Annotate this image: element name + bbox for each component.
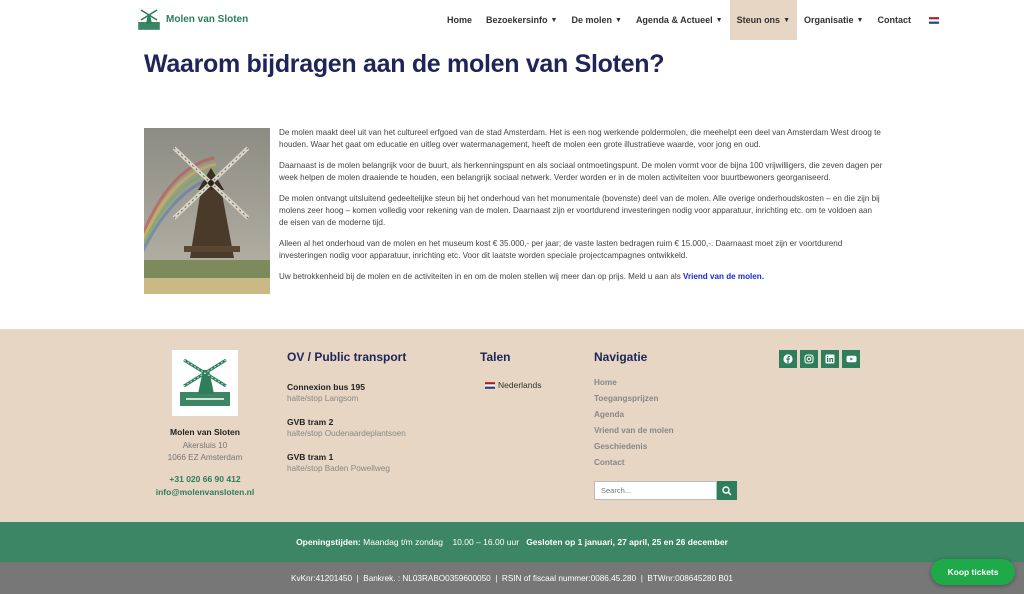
nav-contact[interactable]: Contact [870, 0, 918, 40]
windmill-logo-icon [138, 8, 160, 30]
logo-text: Molen van Sloten [166, 13, 249, 25]
transport-title: GVB tram 2 [287, 417, 334, 427]
windmill-rainbow-image [144, 128, 270, 294]
hours-time: 10.00 – 16.00 uur [452, 537, 520, 547]
paragraph: De molen maakt deel uit van het culturee… [279, 128, 881, 149]
languages-heading: Talen [480, 350, 511, 364]
search-input[interactable] [594, 481, 717, 500]
linkedin-link[interactable] [821, 350, 839, 368]
nav-label: Steun ons [736, 15, 781, 25]
paragraph: Daarnaast is de molen belangrijk voor de… [279, 161, 883, 182]
language-link[interactable]: Nederlands [485, 380, 541, 390]
nav-home[interactable]: Home [440, 0, 479, 40]
social-links [779, 350, 860, 368]
youtube-icon [846, 355, 856, 363]
transport-heading: OV / Public transport [287, 350, 407, 364]
instagram-link[interactable] [800, 350, 818, 368]
windmill-logo-icon [180, 358, 230, 406]
language-label: Nederlands [498, 380, 542, 390]
footer-org-name: Molen van Sloten [170, 427, 240, 437]
legal-info-text: KvKnr:41201450 | Bankrek. : NL03RABO0359… [291, 573, 733, 583]
hours-days: Maandag t/m zondag [363, 537, 443, 547]
chevron-down-icon: ▼ [783, 16, 791, 24]
chevron-down-icon: ▼ [550, 16, 558, 24]
transport-item: GVB tram 2 halte/stop Oudenaardeplantsoe… [287, 417, 457, 438]
nav-de-molen[interactable]: De molen ▼ [564, 0, 628, 40]
nav-label: Home [447, 15, 473, 25]
transport-list: Connexion bus 195 halte/stop Langsom GVB… [287, 382, 457, 487]
chevron-down-icon: ▼ [715, 16, 723, 24]
linkedin-icon [825, 354, 835, 364]
transport-title: Connexion bus 195 [287, 382, 365, 392]
paragraph: Alleen al het onderhoud van de molen en … [279, 239, 843, 260]
nav-steun-ons[interactable]: Steun ons ▼ [729, 0, 798, 40]
site-header: Molen van Sloten Home Bezoekersinfo ▼ De … [0, 0, 1024, 40]
nav-label: Bezoekersinfo [486, 15, 548, 25]
nav-bezoekersinfo[interactable]: Bezoekersinfo ▼ [479, 0, 564, 40]
transport-stop: halte/stop Langsom [287, 394, 359, 403]
footer-phone[interactable]: +31 020 66 90 412 [140, 474, 270, 484]
main-content: De molen maakt deel uit van het culturee… [279, 127, 883, 292]
footer-nav-agenda[interactable]: Agenda [594, 409, 674, 425]
footer-nav-toegangsprijzen[interactable]: Toegangsprijzen [594, 393, 674, 409]
address-line: Akersluis 10 [182, 441, 228, 450]
nav-label: Organisatie [804, 15, 854, 25]
opening-hours-bar: Openingstijden: Maandag t/m zondag 10.00… [0, 522, 1024, 562]
footer-nav-geschiedenis[interactable]: Geschiedenis [594, 441, 674, 457]
navigation-heading: Navigatie [594, 350, 648, 364]
youtube-link[interactable] [842, 350, 860, 368]
facebook-link[interactable] [779, 350, 797, 368]
buy-tickets-button[interactable]: Koop tickets [931, 559, 1015, 585]
windmill-photo [144, 128, 270, 294]
transport-title: GVB tram 1 [287, 452, 334, 462]
legal-info-bar: KvKnr:41201450 | Bankrek. : NL03RABO0359… [0, 562, 1024, 594]
paragraph-text: Uw betrokkenheid bij de molen en de acti… [279, 272, 684, 281]
paragraph: De molen ontvangt uitsluitend gedeelteli… [279, 194, 880, 227]
chevron-down-icon: ▼ [856, 16, 864, 24]
site-logo[interactable]: Molen van Sloten [138, 8, 248, 30]
search-button[interactable] [717, 481, 737, 500]
footer-address: Akersluis 10 1066 EZ Amsterdam [140, 440, 270, 464]
chevron-down-icon: ▼ [615, 16, 622, 24]
facebook-icon [783, 354, 793, 364]
transport-item: GVB tram 1 halte/stop Baden Powellweg [287, 452, 457, 473]
footer-nav: Home Toegangsprijzen Agenda Vriend van d… [594, 377, 674, 473]
hours-label: Openingstijden: [296, 537, 361, 547]
address-line: 1066 EZ Amsterdam [167, 453, 243, 462]
nav-label: Contact [877, 15, 911, 25]
footer-nav-contact[interactable]: Contact [594, 457, 674, 473]
page-title: Waarom bijdragen aan de molen van Sloten… [144, 50, 665, 78]
nav-organisatie[interactable]: Organisatie ▼ [797, 0, 870, 40]
flag-nl-icon [485, 381, 495, 389]
transport-item: Connexion bus 195 halte/stop Langsom [287, 382, 457, 403]
vriend-van-de-molen-link[interactable]: Vriend van de molen. [683, 272, 764, 281]
nav-label: De molen [571, 15, 612, 25]
search-icon [722, 485, 732, 496]
instagram-icon [804, 354, 814, 364]
footer-search [594, 481, 737, 500]
main-nav: Home Bezoekersinfo ▼ De molen ▼ Agenda & A… [440, 0, 946, 40]
footer-nav-home[interactable]: Home [594, 377, 674, 393]
language-switch[interactable] [918, 0, 946, 40]
flag-nl-icon [928, 16, 939, 24]
site-footer: Molen van Sloten Akersluis 10 1066 EZ Am… [0, 329, 1024, 522]
hours-closed: Gesloten op 1 januari, 27 april, 25 en 2… [526, 537, 728, 547]
footer-logo[interactable] [172, 350, 238, 416]
paragraph-cta: Uw betrokkenheid bij de molen en de acti… [279, 271, 883, 283]
nav-label: Agenda & Actueel [635, 15, 713, 25]
nav-agenda-actueel[interactable]: Agenda & Actueel ▼ [629, 0, 730, 40]
footer-nav-vriend[interactable]: Vriend van de molen [594, 425, 674, 441]
transport-stop: halte/stop Baden Powellweg [287, 464, 390, 473]
footer-email[interactable]: info@molenvansloten.nl [140, 487, 270, 497]
transport-stop: halte/stop Oudenaardeplantsoen [287, 429, 406, 438]
